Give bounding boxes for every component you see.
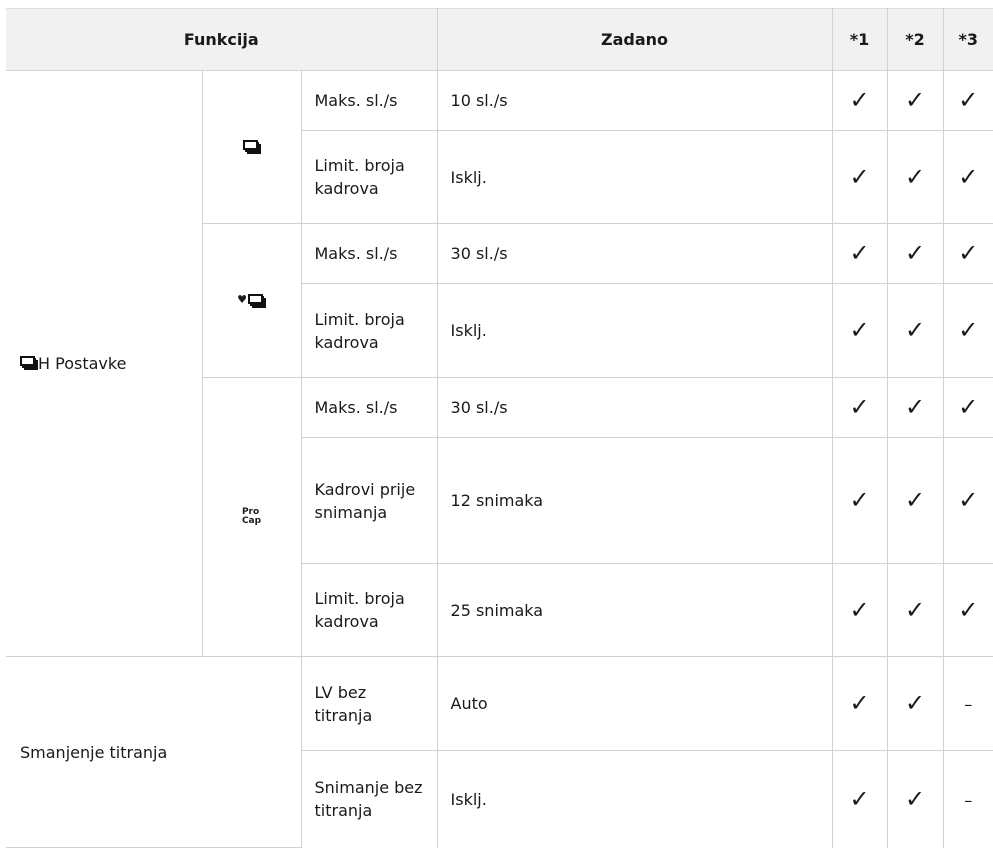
- default-value: 30 sl./s: [436, 223, 833, 284]
- sub-setting: Kadrovi prije snimanja: [301, 437, 438, 564]
- default-value: Auto: [436, 656, 833, 751]
- check-col-1: ✓: [831, 223, 888, 284]
- check-col-2: ✓: [886, 656, 944, 751]
- table-row: Smanjenje titranja LV bez titranja Auto …: [6, 656, 993, 848]
- sub-setting: LV bez titranja: [300, 656, 438, 751]
- check-col-3: ✓: [942, 70, 993, 131]
- check-col-2: ✓: [886, 130, 944, 224]
- check-col-1: ✓: [831, 656, 888, 751]
- check-col-2: ✓: [886, 223, 944, 284]
- check-col-2: ✓: [886, 437, 944, 564]
- check-col-1: ✓: [831, 750, 888, 848]
- sequential-shooting-icon: [20, 356, 38, 370]
- default-value: 25 snimaka: [436, 563, 833, 657]
- heart-sequential-shooting-icon: [247, 294, 266, 308]
- check-col-2: ✓: [886, 377, 944, 438]
- procap-icon: Pro Cap: [241, 507, 262, 526]
- check-col-3: ✓: [942, 437, 993, 564]
- procap-icon-bottom: Cap: [241, 515, 262, 526]
- sub-setting: Maks. sl./s: [300, 223, 438, 284]
- heart-icon: ♥: [237, 293, 247, 306]
- default-value: Isklj.: [436, 130, 833, 224]
- check-col-1: ✓: [831, 130, 888, 224]
- header-col-2: *2: [886, 8, 944, 71]
- header-zadano: Zadano: [436, 8, 833, 71]
- default-value: 12 snimaka: [436, 437, 833, 564]
- dash-mark: –: [964, 790, 973, 810]
- check-col-1: ✓: [831, 70, 888, 131]
- table-row: H Postavke Maks. sl./s 10 sl./s ✓ ✓ ✓: [6, 70, 993, 657]
- default-value: Isklj.: [436, 283, 833, 378]
- sub-setting: Limit. broja kadrova: [301, 283, 438, 378]
- check-col-2: ✓: [886, 70, 944, 131]
- header-funkcija: Funkcija: [6, 8, 438, 71]
- dash-col-3: –: [942, 656, 993, 751]
- function-label: H Postavke: [38, 354, 127, 373]
- check-col-3: ✓: [942, 223, 993, 284]
- dash-col-3: –: [942, 750, 993, 848]
- header-col-3: *3: [942, 8, 993, 71]
- dash-mark: –: [964, 695, 973, 714]
- check-col-3: ✓: [942, 563, 993, 657]
- sub-setting: Limit. broja kadrova: [301, 563, 438, 657]
- function-burst-h-settings: H Postavke: [6, 70, 203, 657]
- check-col-3: ✓: [942, 130, 993, 224]
- burst-mode-symbol: [201, 70, 302, 224]
- check-col-3: ✓: [942, 283, 993, 378]
- sub-setting: Limit. broja kadrova: [301, 130, 438, 224]
- default-value: 30 sl./s: [436, 377, 833, 438]
- table-header-row: Funkcija Zadano *1 *2 *3: [6, 8, 993, 71]
- check-col-2: ✓: [886, 563, 944, 657]
- check-col-1: ✓: [831, 437, 888, 564]
- heart-burst-mode-symbol: ♥: [202, 223, 302, 378]
- check-col-2: ✓: [886, 283, 944, 378]
- check-col-1: ✓: [831, 563, 888, 657]
- default-value: Isklj.: [436, 750, 833, 848]
- check-col-1: ✓: [831, 377, 888, 438]
- procap-mode-symbol: Pro Cap: [202, 377, 302, 657]
- sub-setting: Maks. sl./s: [300, 70, 438, 131]
- settings-table: Funkcija Zadano *1 *2 *3 H Postavke Maks…: [6, 8, 993, 848]
- default-value: 10 sl./s: [436, 70, 833, 131]
- check-col-2: ✓: [886, 750, 944, 848]
- check-col-1: ✓: [831, 283, 888, 378]
- sequential-shooting-icon: [242, 139, 261, 154]
- sub-setting: Snimanje bez titranja: [301, 750, 438, 848]
- function-flicker-reduction: Smanjenje titranja: [6, 656, 302, 848]
- sub-setting: Maks. sl./s: [300, 377, 438, 438]
- header-col-1: *1: [831, 8, 888, 71]
- check-col-3: ✓: [942, 377, 993, 438]
